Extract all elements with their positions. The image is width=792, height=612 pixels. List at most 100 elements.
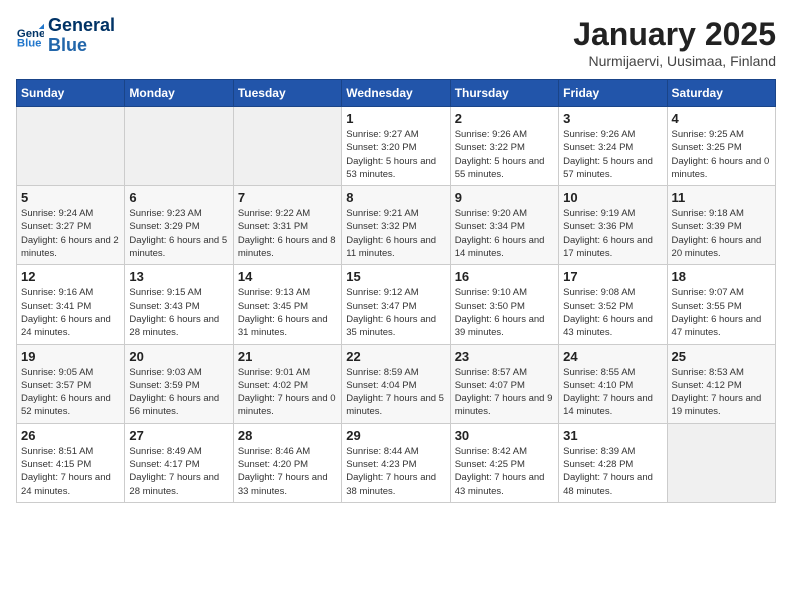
day-info: Sunrise: 9:19 AM Sunset: 3:36 PM Dayligh… <box>563 207 662 260</box>
calendar-cell: 22 Sunrise: 8:59 AM Sunset: 4:04 PM Dayli… <box>342 344 450 423</box>
calendar-cell: 31 Sunrise: 8:39 AM Sunset: 4:28 PM Dayli… <box>559 423 667 502</box>
day-info: Sunrise: 9:22 AM Sunset: 3:31 PM Dayligh… <box>238 207 337 260</box>
calendar-cell: 29 Sunrise: 8:44 AM Sunset: 4:23 PM Dayli… <box>342 423 450 502</box>
calendar-week-row: 19 Sunrise: 9:05 AM Sunset: 3:57 PM Dayli… <box>17 344 776 423</box>
calendar-cell: 10 Sunrise: 9:19 AM Sunset: 3:36 PM Dayli… <box>559 186 667 265</box>
day-number: 25 <box>672 349 771 364</box>
calendar-cell: 18 Sunrise: 9:07 AM Sunset: 3:55 PM Dayli… <box>667 265 775 344</box>
weekday-header: Thursday <box>450 80 558 107</box>
day-info: Sunrise: 8:55 AM Sunset: 4:10 PM Dayligh… <box>563 366 662 419</box>
logo-general: General <box>48 15 115 35</box>
weekday-header: Friday <box>559 80 667 107</box>
calendar-cell: 5 Sunrise: 9:24 AM Sunset: 3:27 PM Daylig… <box>17 186 125 265</box>
title-area: January 2025 Nurmijaervi, Uusimaa, Finla… <box>573 16 776 69</box>
day-number: 10 <box>563 190 662 205</box>
calendar-cell: 11 Sunrise: 9:18 AM Sunset: 3:39 PM Dayli… <box>667 186 775 265</box>
calendar-cell: 21 Sunrise: 9:01 AM Sunset: 4:02 PM Dayli… <box>233 344 341 423</box>
day-info: Sunrise: 9:21 AM Sunset: 3:32 PM Dayligh… <box>346 207 445 260</box>
day-number: 15 <box>346 269 445 284</box>
calendar-cell <box>233 107 341 186</box>
calendar-cell: 1 Sunrise: 9:27 AM Sunset: 3:20 PM Daylig… <box>342 107 450 186</box>
day-number: 28 <box>238 428 337 443</box>
calendar-week-row: 1 Sunrise: 9:27 AM Sunset: 3:20 PM Daylig… <box>17 107 776 186</box>
day-number: 4 <box>672 111 771 126</box>
weekday-header-row: SundayMondayTuesdayWednesdayThursdayFrid… <box>17 80 776 107</box>
day-info: Sunrise: 9:12 AM Sunset: 3:47 PM Dayligh… <box>346 286 445 339</box>
calendar-cell: 3 Sunrise: 9:26 AM Sunset: 3:24 PM Daylig… <box>559 107 667 186</box>
day-info: Sunrise: 8:59 AM Sunset: 4:04 PM Dayligh… <box>346 366 445 419</box>
day-number: 7 <box>238 190 337 205</box>
day-info: Sunrise: 9:27 AM Sunset: 3:20 PM Dayligh… <box>346 128 445 181</box>
calendar-cell: 27Sunrise: 8:49 AM Sunset: 4:17 PM Dayli… <box>125 423 233 502</box>
day-info: Sunrise: 8:57 AM Sunset: 4:07 PM Dayligh… <box>455 366 554 419</box>
day-info: Sunrise: 9:26 AM Sunset: 3:22 PM Dayligh… <box>455 128 554 181</box>
calendar-cell: 12Sunrise: 9:16 AM Sunset: 3:41 PM Dayli… <box>17 265 125 344</box>
logo-blue-text: Blue <box>48 35 87 55</box>
day-info: Sunrise: 9:26 AM Sunset: 3:24 PM Dayligh… <box>563 128 662 181</box>
day-info: Sunrise: 8:44 AM Sunset: 4:23 PM Dayligh… <box>346 445 445 498</box>
day-number: 5 <box>21 190 120 205</box>
calendar-cell: 6Sunrise: 9:23 AM Sunset: 3:29 PM Daylig… <box>125 186 233 265</box>
calendar-cell <box>667 423 775 502</box>
day-number: 20 <box>129 349 228 364</box>
calendar-cell: 20 Sunrise: 9:03 AM Sunset: 3:59 PM Dayli… <box>125 344 233 423</box>
day-info: Sunrise: 9:03 AM Sunset: 3:59 PM Dayligh… <box>129 366 228 419</box>
calendar-cell <box>125 107 233 186</box>
logo-text-line1: General <box>48 16 115 36</box>
day-number: 31 <box>563 428 662 443</box>
calendar-table: SundayMondayTuesdayWednesdayThursdayFrid… <box>16 79 776 503</box>
logo-icon: General Blue <box>16 22 44 50</box>
day-info: Sunrise: 8:46 AM Sunset: 4:20 PM Dayligh… <box>238 445 337 498</box>
calendar-title: January 2025 <box>573 16 776 53</box>
weekday-header: Tuesday <box>233 80 341 107</box>
day-info: Sunrise: 9:18 AM Sunset: 3:39 PM Dayligh… <box>672 207 771 260</box>
day-number: 30 <box>455 428 554 443</box>
logo-text-line2: Blue <box>48 36 115 56</box>
day-number: 27 <box>129 428 228 443</box>
calendar-cell: 7 Sunrise: 9:22 AM Sunset: 3:31 PM Daylig… <box>233 186 341 265</box>
calendar-subtitle: Nurmijaervi, Uusimaa, Finland <box>573 53 776 69</box>
calendar-cell: 13Sunrise: 9:15 AM Sunset: 3:43 PM Dayli… <box>125 265 233 344</box>
day-info: Sunrise: 8:51 AM Sunset: 4:15 PM Dayligh… <box>21 445 120 498</box>
day-number: 18 <box>672 269 771 284</box>
calendar-cell: 17 Sunrise: 9:08 AM Sunset: 3:52 PM Dayli… <box>559 265 667 344</box>
day-info: Sunrise: 9:01 AM Sunset: 4:02 PM Dayligh… <box>238 366 337 419</box>
day-number: 23 <box>455 349 554 364</box>
calendar-cell: 24Sunrise: 8:55 AM Sunset: 4:10 PM Dayli… <box>559 344 667 423</box>
day-info: Sunrise: 9:05 AM Sunset: 3:57 PM Dayligh… <box>21 366 120 419</box>
day-info: Sunrise: 8:39 AM Sunset: 4:28 PM Dayligh… <box>563 445 662 498</box>
calendar-cell: 15 Sunrise: 9:12 AM Sunset: 3:47 PM Dayli… <box>342 265 450 344</box>
day-number: 26 <box>21 428 120 443</box>
day-info: Sunrise: 8:53 AM Sunset: 4:12 PM Dayligh… <box>672 366 771 419</box>
day-number: 2 <box>455 111 554 126</box>
calendar-cell: 14Sunrise: 9:13 AM Sunset: 3:45 PM Dayli… <box>233 265 341 344</box>
logo: General Blue General Blue <box>16 16 115 56</box>
day-number: 8 <box>346 190 445 205</box>
day-number: 29 <box>346 428 445 443</box>
calendar-cell: 25 Sunrise: 8:53 AM Sunset: 4:12 PM Dayli… <box>667 344 775 423</box>
day-number: 9 <box>455 190 554 205</box>
calendar-week-row: 5 Sunrise: 9:24 AM Sunset: 3:27 PM Daylig… <box>17 186 776 265</box>
day-number: 3 <box>563 111 662 126</box>
day-number: 12 <box>21 269 120 284</box>
day-number: 13 <box>129 269 228 284</box>
day-number: 19 <box>21 349 120 364</box>
page-header: General Blue General Blue January 2025 N… <box>16 16 776 69</box>
day-number: 17 <box>563 269 662 284</box>
day-info: Sunrise: 9:07 AM Sunset: 3:55 PM Dayligh… <box>672 286 771 339</box>
calendar-cell: 23 Sunrise: 8:57 AM Sunset: 4:07 PM Dayli… <box>450 344 558 423</box>
day-info: Sunrise: 9:24 AM Sunset: 3:27 PM Dayligh… <box>21 207 120 260</box>
day-number: 1 <box>346 111 445 126</box>
calendar-cell: 19 Sunrise: 9:05 AM Sunset: 3:57 PM Dayli… <box>17 344 125 423</box>
day-number: 11 <box>672 190 771 205</box>
day-info: Sunrise: 9:08 AM Sunset: 3:52 PM Dayligh… <box>563 286 662 339</box>
day-number: 21 <box>238 349 337 364</box>
day-number: 14 <box>238 269 337 284</box>
weekday-header: Wednesday <box>342 80 450 107</box>
calendar-week-row: 26 Sunrise: 8:51 AM Sunset: 4:15 PM Dayli… <box>17 423 776 502</box>
calendar-week-row: 12Sunrise: 9:16 AM Sunset: 3:41 PM Dayli… <box>17 265 776 344</box>
day-number: 22 <box>346 349 445 364</box>
weekday-header: Monday <box>125 80 233 107</box>
calendar-cell: 28 Sunrise: 8:46 AM Sunset: 4:20 PM Dayli… <box>233 423 341 502</box>
weekday-header: Sunday <box>17 80 125 107</box>
